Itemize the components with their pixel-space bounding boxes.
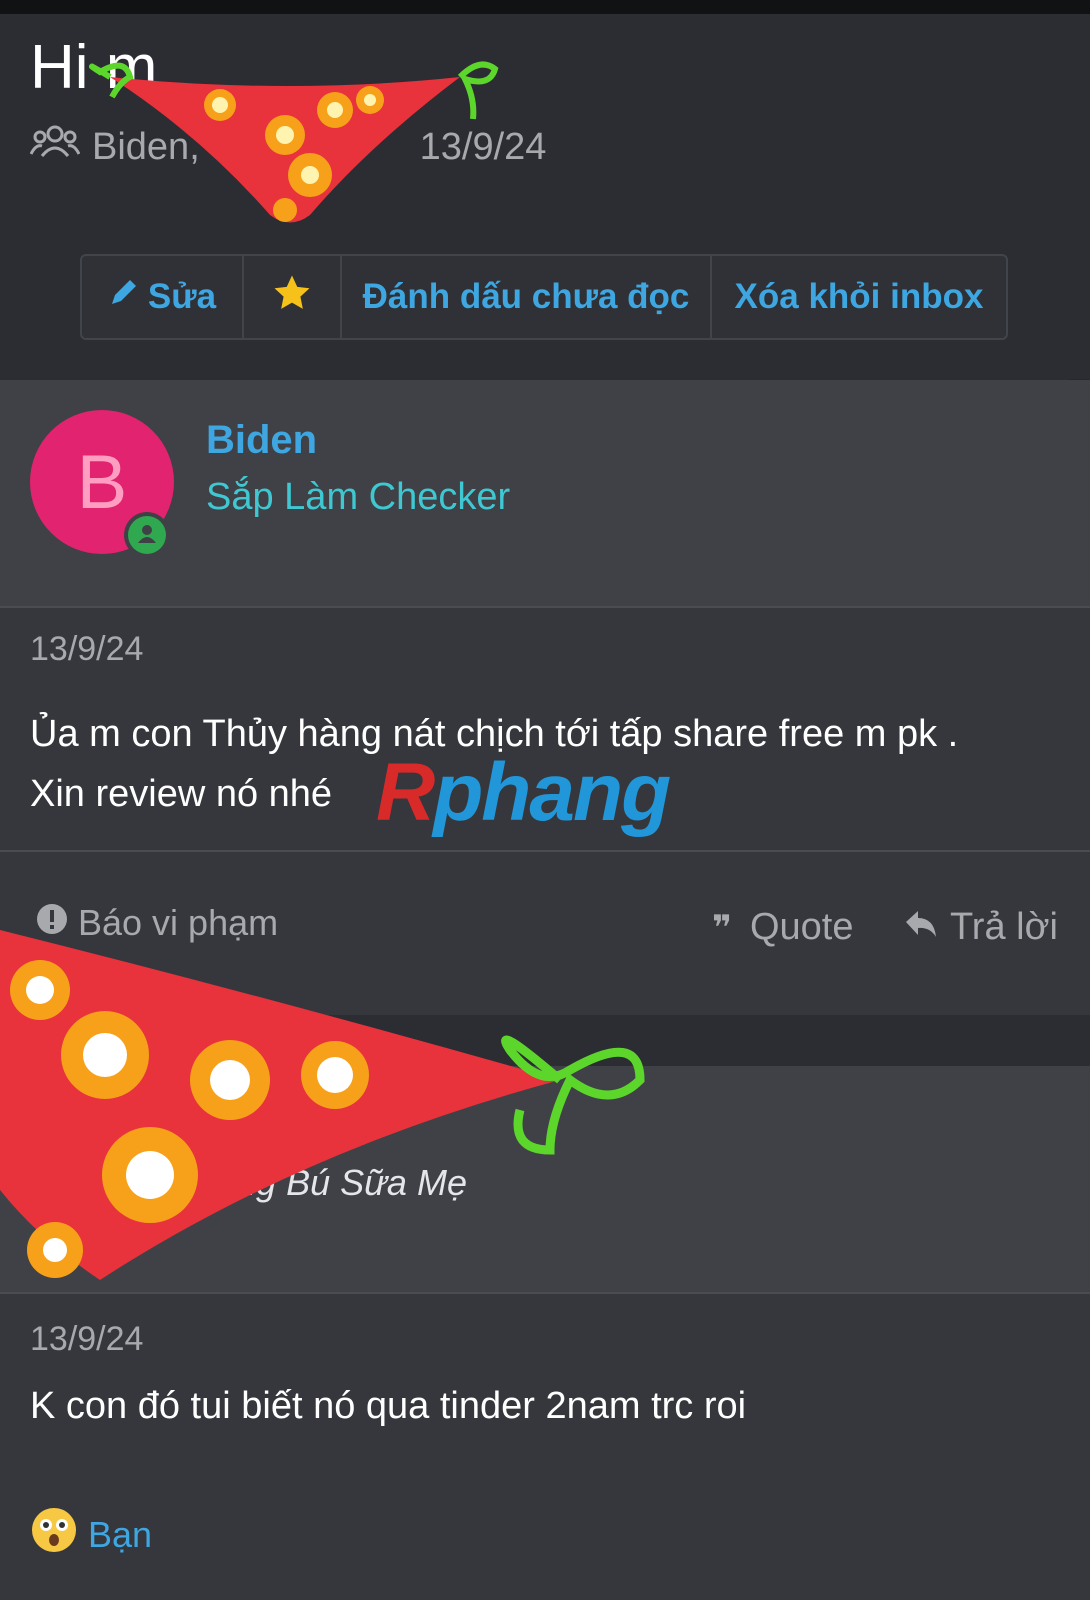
author-user-title: Sắp Làm Checker xyxy=(206,476,511,518)
participants-list[interactable]: Biden, S xyxy=(92,126,236,169)
shocked-emoji-icon xyxy=(30,1506,78,1563)
message-gap xyxy=(0,1015,1090,1066)
message-date[interactable]: 13/9/24 xyxy=(30,630,143,669)
top-status-strip xyxy=(0,0,1090,14)
conversation-toolbar: Sửa Đánh dấu chưa đọc Xóa khỏi inbox xyxy=(80,254,1008,340)
online-indicator xyxy=(124,512,170,558)
mark-unread-button[interactable]: Đánh dấu chưa đọc xyxy=(342,256,712,338)
conversation-title: Hi m xyxy=(30,33,158,102)
edit-button[interactable]: Sửa xyxy=(82,256,244,338)
reaction-label: Bạn xyxy=(88,1513,153,1555)
conversation-meta: Biden, S 13/9/24 xyxy=(29,122,547,172)
message-author-bar: B Biden Sắp Làm Checker xyxy=(0,380,1090,608)
star-button[interactable] xyxy=(244,256,342,338)
conversation-date: 13/9/24 xyxy=(419,125,547,168)
reply-button[interactable]: Trả lời xyxy=(904,906,1058,949)
message-1: B Biden Sắp Làm Checker 13/9/24 Ủa m con… xyxy=(0,380,1090,1015)
reaction-summary[interactable]: Bạn xyxy=(30,1506,152,1563)
users-icon xyxy=(29,122,81,172)
watermark-logo: Rphang xyxy=(376,747,671,838)
message-2: ang Bú Sữa Mẹ 13/9/24 K con đó tui biết … xyxy=(0,1066,1090,1600)
author-user-title: ang Bú Sữa Mẹ xyxy=(216,1162,467,1203)
quote-icon: ❞ xyxy=(712,908,732,947)
message-body: K con đó tui biết nó qua tinder 2nam trc… xyxy=(30,1385,747,1427)
message-author-bar: ang Bú Sữa Mẹ xyxy=(0,1066,1090,1294)
quote-label: Quote xyxy=(749,906,854,948)
edit-label: Sửa xyxy=(147,277,217,316)
message-date[interactable]: 13/9/24 xyxy=(30,1320,143,1359)
report-button[interactable]: Báo vi phạm xyxy=(36,902,278,944)
remove-from-inbox-button[interactable]: Xóa khỏi inbox xyxy=(712,256,1006,338)
star-icon xyxy=(271,272,313,323)
alert-icon xyxy=(36,902,68,944)
user-online-icon xyxy=(135,521,159,550)
reply-label: Trả lời xyxy=(950,906,1058,948)
reply-icon xyxy=(904,906,938,949)
author-name[interactable]: Biden xyxy=(206,418,317,463)
report-label: Báo vi phạm xyxy=(78,902,279,943)
pencil-icon xyxy=(108,277,138,317)
quote-button[interactable]: ❞ Quote xyxy=(712,906,854,949)
conversation-header: Hi m Biden, S 13/9/24 Sửa Đánh dấu chưa … xyxy=(0,14,1090,379)
message-actions: Báo vi phạm ❞ Quote Trả lời xyxy=(0,850,1090,992)
